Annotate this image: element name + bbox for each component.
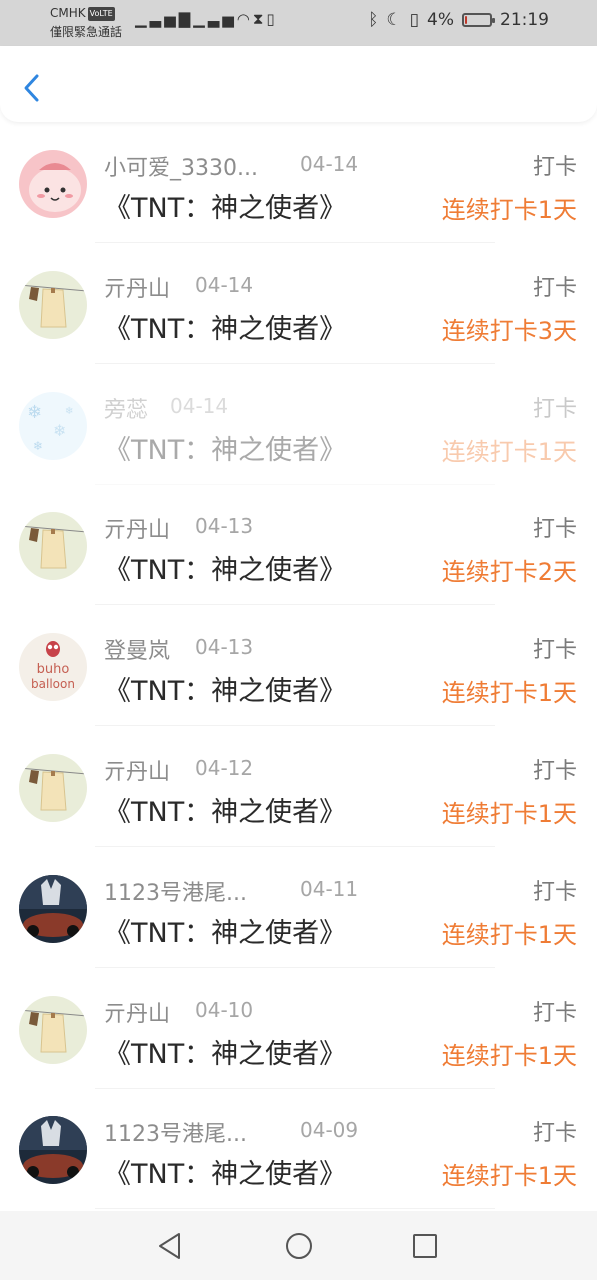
checkin-type: 打卡 [532, 1121, 577, 1147]
svg-text:❄: ❄ [27, 402, 42, 423]
checkin-date: 04-11 [300, 876, 359, 901]
svg-text:❄: ❄ [65, 406, 73, 417]
checkin-type: 打卡 [532, 396, 577, 422]
hourglass-icon: ⧗ [252, 10, 267, 28]
user-name: 亓丹山 [104, 276, 171, 302]
nav-home-button[interactable] [284, 1231, 314, 1261]
user-name: 登曼岚 [104, 639, 171, 665]
user-name: 亓丹山 [104, 759, 171, 785]
avatar[interactable] [19, 753, 87, 822]
checkin-type: 打卡 [532, 517, 577, 543]
list-item[interactable]: 小可爱_3330... 04-14 打卡《TNT：神之使者》 连续打卡1天 [0, 122, 597, 243]
book-title: 《TNT：神之使者》 [104, 796, 347, 828]
carrier-label: CMHK VoLTE [50, 6, 115, 21]
streak-label: 连续打卡1天 [441, 196, 577, 224]
volte-badge: VoLTE [87, 6, 115, 21]
book-title: 《TNT：神之使者》 [104, 434, 347, 466]
header-bar [0, 46, 597, 122]
user-name: 1123号港尾... [104, 1122, 247, 1148]
checkin-date: 04-13 [195, 635, 254, 660]
battery-fill [465, 16, 467, 24]
user-name: 亓丹山 [104, 518, 171, 544]
streak-label: 连续打卡3天 [441, 316, 577, 345]
checkin-date: 04-14 [170, 393, 229, 418]
moon-icon: ☾ [386, 10, 402, 30]
streak-label: 连续打卡1天 [441, 437, 577, 466]
svg-text:buho: buho [37, 662, 70, 677]
chevron-left-icon [24, 74, 39, 102]
battery-percent: 4% [427, 10, 454, 30]
avatar[interactable] [19, 874, 87, 943]
vibrate-icon: ▯ [409, 10, 420, 30]
checkin-type: 打卡 [532, 638, 577, 664]
avatar[interactable] [19, 270, 87, 339]
svg-text:balloon: balloon [31, 677, 75, 691]
battery-icon [462, 13, 495, 27]
divider [95, 1208, 495, 1210]
bluetooth-icon: ᛒ [368, 10, 379, 30]
book-title: 《TNT：神之使者》 [104, 1038, 347, 1070]
list-item[interactable]: 1123号港尾... 04-09 打卡《TNT：神之使者》 连续打卡1天 [0, 1088, 597, 1210]
signal-icon: ▁▃▅▇ [135, 10, 194, 28]
streak-label: 连续打卡1天 [441, 1162, 577, 1191]
checkin-date: 04-14 [195, 272, 254, 297]
back-button[interactable] [20, 72, 44, 104]
avatar[interactable]: buho balloon [19, 633, 87, 702]
checkin-date: 04-13 [195, 514, 254, 539]
checkin-type: 打卡 [532, 879, 577, 905]
triangle-back-icon [159, 1233, 180, 1259]
streak-label: 连续打卡1天 [441, 920, 577, 949]
user-name: 亓丹山 [104, 1001, 171, 1027]
checkin-date: 04-12 [195, 755, 254, 780]
streak-label: 连续打卡1天 [441, 679, 577, 708]
checkin-list: 小可爱_3330... 04-14 打卡 《TNT：神之使者》 连续打卡1天 亓丹山 04-… [0, 122, 597, 1210]
list-item[interactable]: 亓丹山 04-14 打卡《TNT：神之使者》 连续打卡3天 [0, 243, 597, 364]
list-item[interactable]: ❄ ❄ ❄ ❄ 旁蕊 04-14 打卡《TNT：神之使者》 连续打卡1天 [0, 364, 597, 485]
user-name: 旁蕊 [104, 397, 149, 423]
emergency-label: 僅限緊急通話 [50, 25, 123, 39]
clock: 21:19 [500, 10, 549, 30]
streak-label: 连续打卡2天 [441, 558, 577, 587]
signal-icons: ▁▃▅▇▁▃▅◠⧗▯ [135, 10, 278, 28]
circle-home-icon [286, 1233, 312, 1259]
checkin-type: 打卡 [532, 275, 577, 301]
wifi-icon: ◠ [236, 10, 253, 28]
avatar[interactable] [19, 995, 87, 1064]
streak-label: 连续打卡1天 [441, 799, 577, 828]
book-title: 《TNT：神之使者》 [104, 917, 347, 949]
signal-2-icon: ▁▃▅ [193, 10, 237, 28]
checkin-date: 04-10 [195, 997, 254, 1022]
book-title: 《TNT：神之使者》 [104, 555, 347, 587]
checkin-date: 04-09 [300, 1118, 359, 1143]
checkin-type: 打卡 [532, 1000, 577, 1026]
streak-label: 连续打卡1天 [441, 1041, 577, 1070]
nav-recent-button[interactable] [410, 1231, 440, 1261]
checkin-type: 打卡 [532, 155, 577, 180]
list-item[interactable]: 1123号港尾... 04-11 打卡《TNT：神之使者》 连续打卡1天 [0, 847, 597, 968]
avatar[interactable] [19, 512, 87, 581]
square-recent-icon [413, 1234, 437, 1258]
book-title: 《TNT：神之使者》 [104, 313, 347, 345]
user-name: 小可爱_3330... [104, 156, 258, 181]
book-title: 《TNT：神之使者》 [104, 1159, 347, 1191]
book-title: 《TNT：神之使者》 [104, 676, 347, 708]
list-item[interactable]: 亓丹山 04-12 打卡《TNT：神之使者》 连续打卡1天 [0, 726, 597, 847]
nav-back-button[interactable] [155, 1231, 185, 1261]
list-item[interactable]: 亓丹山 04-10 打卡《TNT：神之使者》 连续打卡1天 [0, 968, 597, 1089]
svg-text:❄: ❄ [53, 421, 66, 440]
user-name: 1123号港尾... [104, 880, 247, 906]
book-title: 《TNT：神之使者》 [104, 193, 347, 224]
avatar[interactable]: ❄ ❄ ❄ ❄ [19, 391, 87, 460]
list-item[interactable]: buho balloon 登曼岚 04-13 打卡《TNT：神之使者》 连续打卡1天 [0, 605, 597, 727]
system-nav-bar [0, 1211, 597, 1280]
checkin-type: 打卡 [532, 758, 577, 784]
list-item[interactable]: 亓丹山 04-13 打卡《TNT：神之使者》 连续打卡2天 [0, 484, 597, 606]
phone-icon: ▯ [266, 10, 278, 28]
avatar[interactable] [19, 1116, 87, 1185]
status-bar: CMHK VoLTE 僅限緊急通話 ▁▃▅▇▁▃▅◠⧗▯ ᛒ ☾ ▯ 4% 21:… [0, 0, 597, 46]
svg-text:❄: ❄ [33, 439, 43, 453]
checkin-date: 04-14 [300, 152, 359, 176]
avatar[interactable] [19, 150, 87, 218]
status-right: ᛒ ☾ ▯ 4% 21:19 [368, 10, 549, 30]
